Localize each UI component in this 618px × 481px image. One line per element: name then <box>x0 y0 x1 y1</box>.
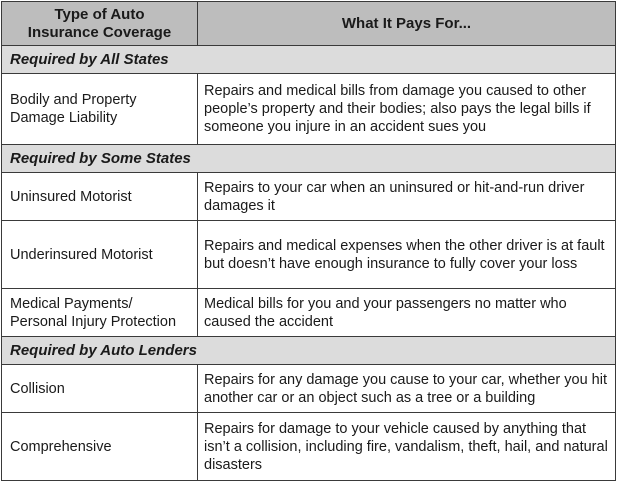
table-row: Bodily and Property Damage Liability Rep… <box>1 73 616 145</box>
coverage-description: Repairs and medical expenses when the ot… <box>197 220 616 289</box>
table-row: Collision Repairs for any damage you cau… <box>1 364 616 413</box>
table-row: Medical Payments/ Personal Injury Protec… <box>1 288 616 337</box>
coverage-name: Medical Payments/ Personal Injury Protec… <box>1 288 198 337</box>
coverage-description: Repairs and medical bills from damage yo… <box>197 73 616 145</box>
section-row-all-states: Required by All States <box>1 45 616 74</box>
header-coverage-type: Type of Auto Insurance Coverage <box>1 1 198 46</box>
section-title: Required by Some States <box>1 144 616 173</box>
table-row: Comprehensive Repairs for damage to your… <box>1 412 616 481</box>
coverage-description: Repairs to your car when an uninsured or… <box>197 172 616 221</box>
table-header-row: Type of Auto Insurance Coverage What It … <box>1 1 616 46</box>
section-row-auto-lenders: Required by Auto Lenders <box>1 336 616 365</box>
coverage-name: Collision <box>1 364 198 413</box>
section-title: Required by Auto Lenders <box>1 336 616 365</box>
coverage-table: Type of Auto Insurance Coverage What It … <box>1 1 616 481</box>
coverage-name: Uninsured Motorist <box>1 172 198 221</box>
section-row-some-states: Required by Some States <box>1 144 616 173</box>
table-row: Uninsured Motorist Repairs to your car w… <box>1 172 616 221</box>
coverage-description: Repairs for damage to your vehicle cause… <box>197 412 616 481</box>
coverage-description: Repairs for any damage you cause to your… <box>197 364 616 413</box>
table-row: Underinsured Motorist Repairs and medica… <box>1 220 616 289</box>
coverage-name: Bodily and Property Damage Liability <box>1 73 198 145</box>
coverage-description: Medical bills for you and your passenger… <box>197 288 616 337</box>
header-what-it-pays-for: What It Pays For... <box>197 1 616 46</box>
coverage-name: Underinsured Motorist <box>1 220 198 289</box>
section-title: Required by All States <box>1 45 616 74</box>
coverage-name: Comprehensive <box>1 412 198 481</box>
